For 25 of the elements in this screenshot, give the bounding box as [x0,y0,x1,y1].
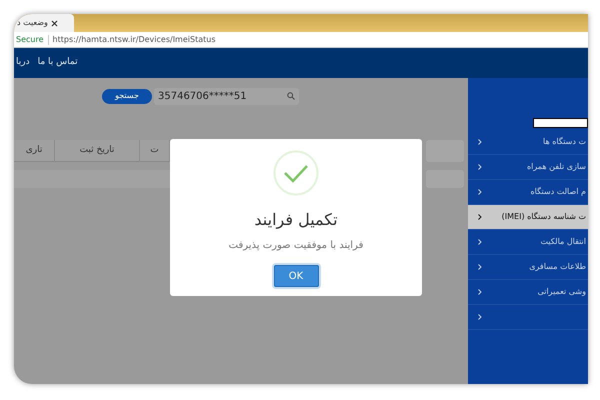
chevron-icon [478,139,482,145]
chevron-icon [478,289,482,295]
checkmark-icon [273,150,319,196]
column-header: تاریخ ثبت [55,140,140,162]
nav-link[interactable]: تماس با ما [38,56,78,70]
browser-tab[interactable]: وضعیت د [14,14,74,32]
ok-button[interactable]: OK [274,265,318,287]
chevron-icon [478,164,482,170]
chevron-icon [478,214,482,220]
search-button[interactable]: جستجو [102,88,152,104]
column-header: تاری [14,140,55,162]
chevron-icon [478,264,482,270]
close-icon[interactable] [50,20,58,26]
chevron-icon [478,189,482,195]
chevron-icon [478,314,482,320]
sidebar-item[interactable]: ت شناسه دستگاه (IMEI) [468,205,588,230]
logo-placeholder [533,118,588,128]
search-icon [287,92,295,100]
secure-label: Secure [16,34,44,46]
chevron-icon [478,239,482,245]
search-field[interactable]: 35746706*****51 [154,88,299,104]
nav-link[interactable]: دربا [16,56,30,70]
dialog-message: فرایند با موفقیت صورت پذیرفت [228,239,364,253]
dialog-title: تکمیل فرایند [254,209,338,231]
address-bar[interactable]: https://hamta.ntsw.ir/Devices/ImeiStatus [52,34,216,46]
